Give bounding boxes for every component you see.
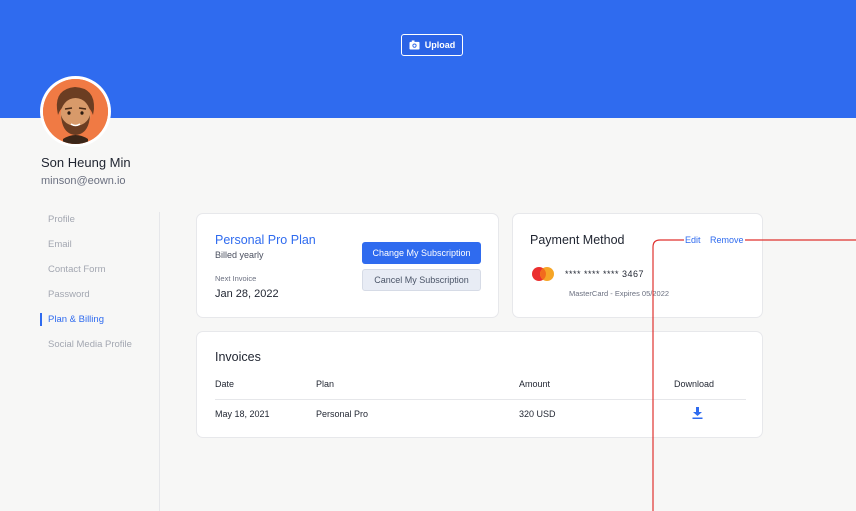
sidebar-item-contact-form[interactable]: Contact Form: [40, 263, 160, 288]
table-divider: [215, 399, 746, 400]
plan-card: Personal Pro Plan Billed yearly Next Inv…: [196, 213, 499, 318]
column-header-amount: Amount: [519, 379, 551, 389]
mastercard-icon: [532, 267, 554, 281]
column-header-plan: Plan: [316, 379, 335, 389]
card-number: **** **** **** 3467: [565, 269, 645, 279]
download-icon[interactable]: [692, 407, 703, 419]
user-email: minson@eown.io: [41, 175, 126, 187]
header-banner: Upload: [0, 0, 856, 118]
sidebar-item-profile[interactable]: Profile: [40, 213, 160, 238]
column-header-date: Date: [215, 379, 235, 389]
sidebar-item-plan-billing[interactable]: Plan & Billing: [40, 313, 160, 338]
camera-icon: [409, 40, 420, 50]
user-name: Son Heung Min: [41, 155, 131, 170]
invoice-date: May 18, 2021: [215, 409, 270, 419]
sidebar-divider: [159, 212, 160, 511]
cancel-subscription-button[interactable]: Cancel My Subscription: [362, 269, 481, 291]
sidebar-item-password[interactable]: Password: [40, 288, 160, 313]
sidebar-item-email[interactable]: Email: [40, 238, 160, 263]
remove-payment-link[interactable]: Remove: [710, 235, 744, 245]
invoices-card: Invoices Date Plan Amount Download May 1…: [196, 331, 763, 438]
invoice-amount: 320 USD: [519, 409, 556, 419]
avatar: [40, 76, 111, 147]
card-expiry: MasterCard - Expires 05/2022: [569, 289, 670, 298]
next-invoice-date: Jan 28, 2022: [215, 288, 279, 300]
invoice-plan: Personal Pro: [316, 409, 369, 419]
next-invoice-label: Next Invoice: [215, 274, 257, 283]
billing-frequency: Billed yearly: [215, 250, 264, 260]
invoices-title: Invoices: [215, 350, 261, 364]
column-header-download: Download: [674, 379, 715, 389]
upload-label: Upload: [424, 40, 456, 50]
plan-title: Personal Pro Plan: [215, 233, 316, 247]
upload-button[interactable]: Upload: [401, 34, 463, 56]
change-subscription-button[interactable]: Change My Subscription: [362, 242, 481, 264]
payment-method-card: Payment Method Edit Remove **** **** ***…: [512, 213, 763, 318]
avatar-illustration: [43, 79, 108, 144]
sidebar-item-social-media-profile[interactable]: Social Media Profile: [40, 338, 160, 363]
payment-method-title: Payment Method: [530, 233, 625, 247]
settings-sidebar: Profile Email Contact Form Password Plan…: [40, 213, 160, 363]
edit-payment-link[interactable]: Edit: [685, 235, 701, 245]
